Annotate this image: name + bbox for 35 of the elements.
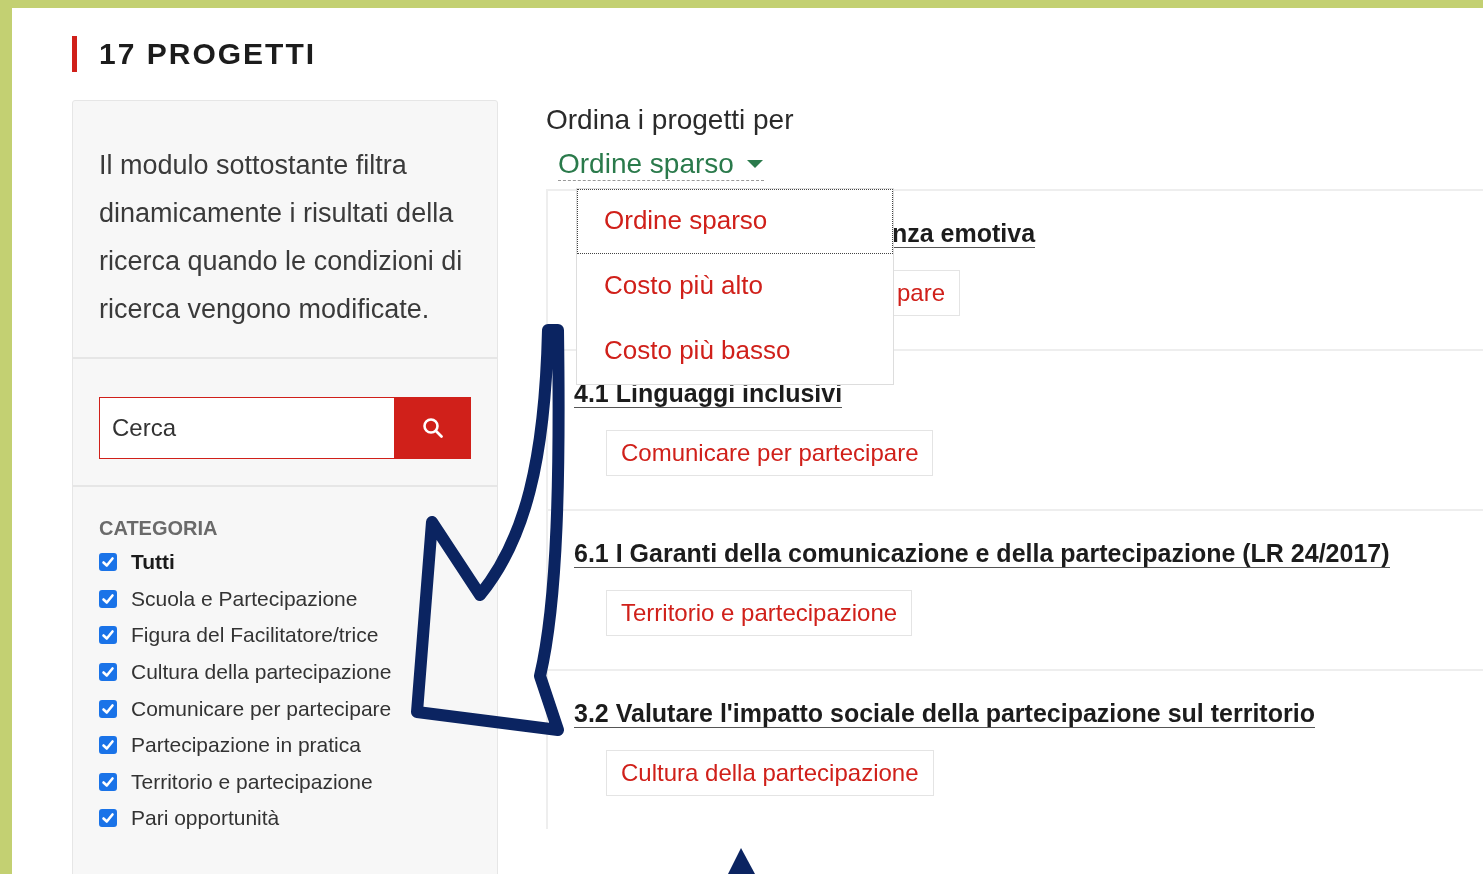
checkbox[interactable] — [99, 626, 117, 645]
checkbox[interactable] — [99, 772, 117, 791]
search-icon — [422, 417, 444, 439]
category-tag[interactable]: Comunicare per partecipare — [606, 430, 934, 476]
project-title-link[interactable]: nza emotiva — [892, 219, 1036, 248]
checkbox-label[interactable]: Territorio e partecipazione — [131, 769, 373, 794]
checkbox[interactable] — [99, 809, 117, 828]
checkbox[interactable] — [99, 589, 117, 608]
checkbox-label[interactable]: Figura del Facilitatore/trice — [131, 623, 379, 648]
checkbox-label[interactable]: Scuola e Partecipazione — [131, 586, 358, 611]
checkbox[interactable] — [99, 736, 117, 755]
category-tag[interactable]: Territorio e partecipazione — [606, 590, 913, 636]
project-title-link[interactable]: 4.1 Linguaggi inclusivi — [574, 379, 843, 408]
project-title-link[interactable]: 6.1 I Garanti della comunicazione e della partecipazione (LR 24/2017) — [574, 539, 1390, 568]
category-tag[interactable]: Cultura della partecipazione — [606, 750, 934, 796]
checkbox-label[interactable]: Tutti — [131, 550, 175, 575]
caret-icon — [745, 159, 764, 169]
project-title-link[interactable]: 3.2 Valutare l'impatto sociale della partecipazione sul territorio — [574, 699, 1315, 728]
checkbox[interactable] — [99, 699, 117, 718]
checkbox-label[interactable]: Partecipazione in pratica — [131, 733, 361, 758]
checkbox[interactable] — [99, 553, 117, 572]
checkbox-label[interactable]: Cultura della partecipazione — [131, 660, 392, 685]
menu-item[interactable]: Ordine sparso — [577, 189, 893, 254]
search-field[interactable]: Cerca — [99, 397, 395, 459]
checkbox-label[interactable]: Comunicare per partecipare — [131, 696, 392, 721]
search-button[interactable] — [395, 397, 471, 459]
page-heading: 17 PROGETTI — [72, 36, 1483, 72]
intro-text: Il modulo sottostante filtra dinamicamente i risultati della ricerca quando le condizioni di ricerca vengono modificate. — [99, 149, 464, 326]
menu-item[interactable]: Costo più alto — [577, 254, 893, 319]
checkbox-label[interactable]: Pari opportunità — [131, 806, 280, 831]
category-tag[interactable]: pare — [892, 270, 961, 316]
sort-label: Ordina i progetti per — [546, 104, 795, 136]
arrowhead-drawing — [728, 848, 756, 874]
checkbox[interactable] — [99, 663, 117, 682]
category-heading: CATEGORIA — [99, 517, 219, 540]
